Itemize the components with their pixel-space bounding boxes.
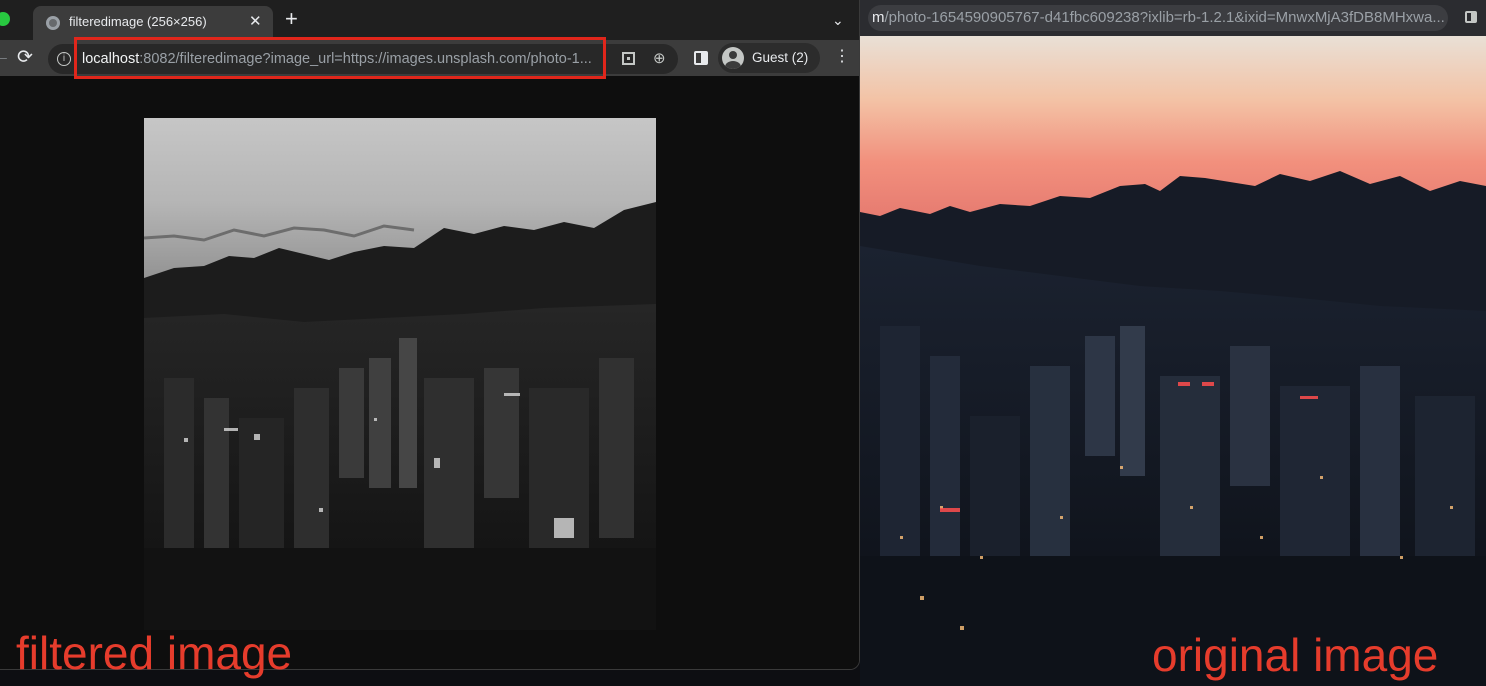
- original-url-prefix: m: [872, 9, 885, 26]
- url-highlight-box: [74, 37, 606, 79]
- side-panel-icon[interactable]: [694, 51, 708, 65]
- new-tab-button[interactable]: +: [285, 8, 298, 30]
- chevron-down-icon[interactable]: ⌄: [832, 12, 844, 29]
- side-panel-icon[interactable]: [1465, 11, 1477, 23]
- reload-icon[interactable]: ⟳: [17, 46, 33, 69]
- page-content: [0, 76, 859, 669]
- filtered-image: [144, 118, 656, 630]
- zoom-icon[interactable]: ⊕: [653, 49, 666, 67]
- close-icon[interactable]: ✕: [249, 12, 262, 30]
- profile-button[interactable]: Guest (2): [718, 43, 820, 73]
- avatar: [722, 47, 744, 69]
- original-image-caption: original image: [1152, 629, 1439, 681]
- original-image: [860, 36, 1486, 686]
- original-url-text: /photo-1654590905767-d41fbc609238?ixlib=…: [884, 9, 1445, 26]
- filtered-image-caption: filtered image: [16, 627, 293, 679]
- info-icon[interactable]: i: [57, 52, 71, 66]
- filtered-browser-window: filteredimage (256×256) ✕ + ⌄ ← ⟳ i loca…: [0, 0, 860, 670]
- tab-title: filteredimage (256×256): [69, 14, 207, 29]
- original-address-bar[interactable]: m/photo-1654590905767-d41fbc609238?ixlib…: [868, 5, 1448, 31]
- menu-icon[interactable]: ⋮: [834, 48, 850, 66]
- tab-strip: filteredimage (256×256) ✕ + ⌄: [0, 0, 859, 40]
- tab-filteredimage[interactable]: filteredimage (256×256) ✕: [33, 6, 273, 40]
- back-arrow-icon[interactable]: ←: [0, 48, 10, 66]
- profile-label: Guest (2): [752, 50, 809, 65]
- globe-icon: [46, 16, 60, 30]
- qr-code-icon[interactable]: [622, 52, 635, 65]
- window-maximize-button[interactable]: [0, 12, 10, 26]
